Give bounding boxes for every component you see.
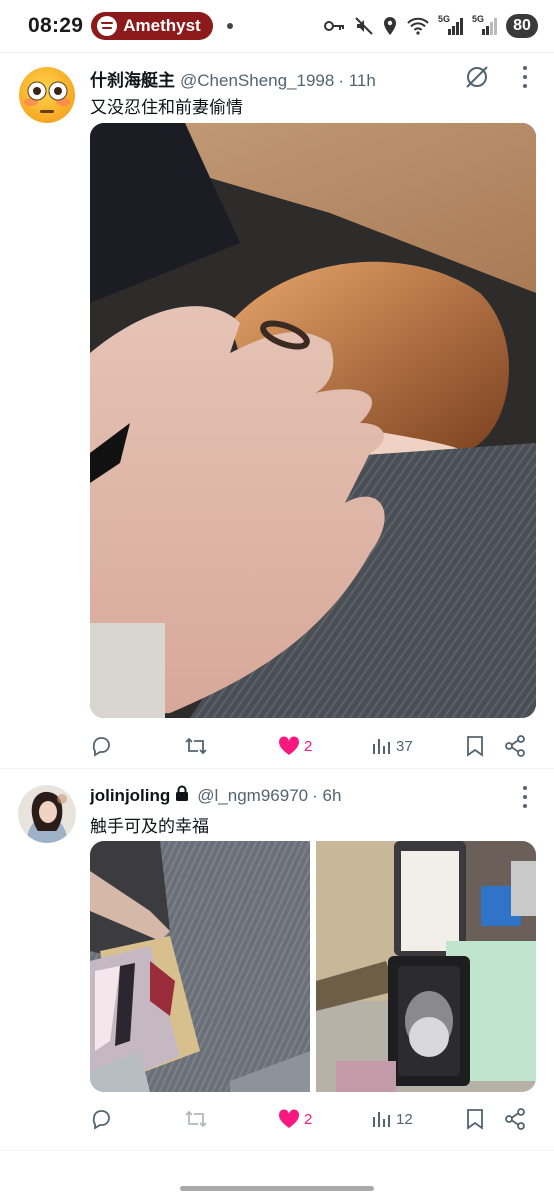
tweet-text: 又没忍住和前妻偷情 bbox=[90, 98, 243, 117]
like-button[interactable]: 2 bbox=[278, 1105, 312, 1133]
bookmark-icon bbox=[467, 736, 483, 757]
views-button[interactable]: 37 bbox=[372, 732, 413, 760]
display-name[interactable]: jolinjoling bbox=[90, 786, 170, 806]
like-count: 2 bbox=[304, 1110, 313, 1128]
retweet-button[interactable] bbox=[184, 1105, 212, 1133]
status-icons: 5G 5G 80 bbox=[324, 14, 538, 38]
tweet-actions: 2 12 bbox=[90, 1105, 536, 1133]
display-name[interactable]: 什刹海艇主 bbox=[90, 66, 175, 91]
battery-indicator: 80 bbox=[506, 14, 538, 38]
tweet-text: 触手可及的幸福 bbox=[90, 817, 209, 836]
bookmark-button[interactable] bbox=[466, 1105, 484, 1133]
views-button[interactable]: 12 bbox=[372, 1105, 413, 1133]
reply-icon bbox=[92, 737, 110, 757]
reply-icon bbox=[92, 1110, 110, 1130]
tweet-time[interactable]: · 11h bbox=[338, 71, 376, 91]
views-count: 12 bbox=[396, 1110, 413, 1128]
views-chart-icon bbox=[373, 739, 390, 754]
share-icon bbox=[505, 735, 525, 757]
bookmark-icon bbox=[467, 1109, 483, 1130]
views-chart-icon bbox=[373, 1112, 390, 1127]
heart-icon bbox=[278, 736, 300, 755]
user-handle[interactable]: @ChenSheng_1998 bbox=[180, 71, 334, 91]
mute-icon bbox=[355, 17, 373, 35]
avatar[interactable] bbox=[18, 785, 76, 843]
more-options-icon[interactable] bbox=[522, 786, 528, 808]
signal-icon: 5G bbox=[438, 14, 464, 36]
tweet-media-image[interactable] bbox=[90, 123, 536, 718]
retweet-icon bbox=[185, 737, 207, 755]
tweet-actions: 2 37 bbox=[90, 732, 536, 760]
location-icon bbox=[384, 17, 396, 35]
reply-button[interactable] bbox=[90, 732, 116, 760]
tweet-time[interactable]: · 6h bbox=[312, 786, 341, 806]
tweet-header: jolinjoling @l_ngm96970 · 6h bbox=[90, 785, 341, 806]
avatar[interactable] bbox=[18, 66, 76, 124]
bookmark-button[interactable] bbox=[466, 732, 484, 760]
spotify-now-playing-pill[interactable]: Amethyst bbox=[91, 12, 213, 40]
user-handle[interactable]: @l_ngm96970 bbox=[197, 786, 308, 806]
share-button[interactable] bbox=[504, 732, 526, 760]
tweet-media-image[interactable] bbox=[316, 841, 536, 1092]
spotify-track-label: Amethyst bbox=[123, 16, 201, 35]
share-icon bbox=[505, 1108, 525, 1130]
wifi-icon bbox=[407, 17, 429, 35]
profile-photo-avatar-icon bbox=[18, 785, 76, 843]
retweet-icon bbox=[185, 1110, 207, 1128]
like-count: 2 bbox=[304, 737, 313, 755]
more-options-icon[interactable] bbox=[522, 66, 528, 88]
signal-icon: 5G bbox=[472, 14, 498, 36]
heart-icon bbox=[278, 1109, 300, 1128]
tweet-item[interactable]: 什刹海艇主 @ChenSheng_1998 · 11h 又没忍住和前妻偷情 2 … bbox=[0, 52, 554, 768]
tweet-item[interactable]: jolinjoling @l_ngm96970 · 6h 触手可及的幸福 2 1… bbox=[0, 769, 554, 1147]
reply-button[interactable] bbox=[90, 1105, 116, 1133]
views-count: 37 bbox=[396, 737, 413, 755]
grok-icon[interactable] bbox=[464, 64, 490, 90]
status-bar: 08:29 Amethyst 5G 5G 80 bbox=[0, 0, 554, 52]
spotify-icon bbox=[97, 16, 118, 36]
tweet-media-image[interactable] bbox=[90, 841, 310, 1092]
key-icon bbox=[324, 21, 344, 31]
tweet-header: 什刹海艇主 @ChenSheng_1998 · 11h bbox=[90, 66, 376, 91]
flushed-face-avatar-icon bbox=[19, 67, 75, 123]
lock-icon bbox=[176, 785, 189, 801]
share-button[interactable] bbox=[504, 1105, 526, 1133]
status-time: 08:29 bbox=[28, 14, 84, 37]
home-indicator[interactable] bbox=[180, 1186, 374, 1191]
like-button[interactable]: 2 bbox=[278, 732, 312, 760]
notification-dot-icon bbox=[226, 23, 233, 29]
retweet-button[interactable] bbox=[184, 732, 212, 760]
divider bbox=[0, 1150, 554, 1151]
